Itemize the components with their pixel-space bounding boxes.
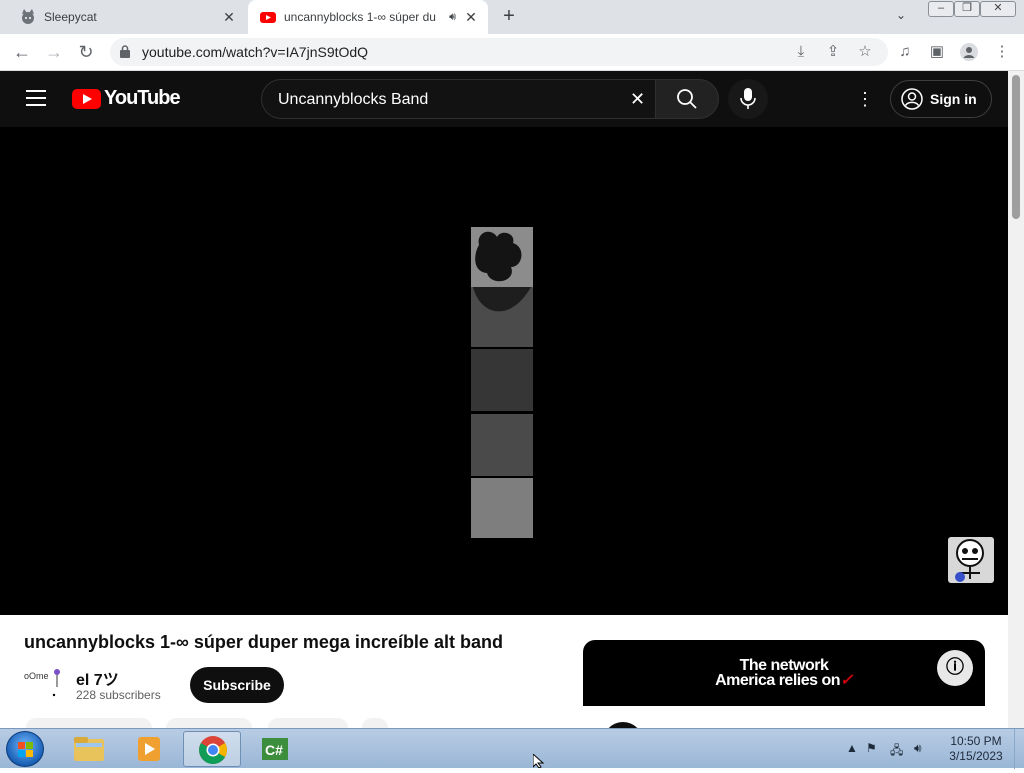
video-frame-block — [471, 287, 533, 347]
video-frame-block — [471, 478, 533, 538]
browser-toolbar: ← → ↻ youtube.com/watch?v=IA7jnS9tOdQ ⤓ … — [0, 34, 1024, 71]
avatar-figure-icon — [52, 669, 60, 697]
ad-line-2: America relies on — [715, 672, 840, 689]
svg-text:C#: C# — [265, 742, 283, 758]
bookmark-star-icon[interactable]: ☆ — [856, 43, 874, 61]
chrome-icon[interactable] — [183, 731, 241, 767]
close-tab-icon[interactable]: ✕ — [220, 9, 238, 26]
share-icon[interactable]: ⇪ — [824, 43, 842, 61]
youtube-favicon-icon — [260, 12, 276, 23]
url-text: youtube.com/watch?v=IA7jnS9tOdQ — [142, 44, 369, 60]
action-center-flag-icon[interactable]: ⚑ — [866, 741, 877, 755]
media-player-icon[interactable] — [120, 731, 178, 767]
reload-icon[interactable]: ↻ — [76, 42, 96, 62]
ad-banner[interactable]: The network America relies on✓ ⓘ — [583, 640, 985, 730]
new-tab-button[interactable]: + — [499, 6, 519, 26]
start-button[interactable] — [6, 731, 44, 767]
restore-button[interactable]: ❐ — [954, 1, 980, 17]
subscriber-count: 228 subscribers — [76, 688, 161, 702]
verizon-check-icon: ✓ — [840, 672, 853, 689]
clear-search-icon[interactable]: ✕ — [630, 89, 645, 110]
voice-search-button[interactable] — [728, 79, 768, 119]
ad-text: The network America relies on✓ — [711, 657, 857, 689]
side-panel-icon[interactable]: ▣ — [928, 43, 946, 61]
windows-explorer-icon[interactable] — [60, 731, 118, 767]
scrollbar-thumb[interactable] — [1012, 75, 1020, 219]
search-icon — [677, 89, 697, 109]
ad-lower-panel — [583, 706, 985, 730]
sign-in-label: Sign in — [930, 91, 977, 107]
youtube-logo[interactable]: YouTube — [72, 87, 181, 110]
lock-icon — [120, 45, 130, 58]
search-button[interactable] — [655, 79, 719, 119]
show-hidden-icons-icon[interactable]: ▲ — [846, 741, 858, 755]
search-value: Uncannyblocks Band — [278, 91, 429, 108]
tab-sleepycat[interactable]: Sleepycat ✕ — [8, 0, 246, 34]
hamburger-menu-icon[interactable] — [26, 90, 46, 106]
browser-menu-icon[interactable]: ⋮ — [993, 43, 1011, 61]
windows-taskbar: C# ▲ ⚑ 🖧︎ 🔊︎ 10:50 PM 3/15/2023 — [0, 728, 1024, 769]
media-control-icon[interactable]: ♫ — [896, 43, 914, 61]
account-icon — [901, 88, 923, 110]
sign-in-button[interactable]: Sign in — [890, 80, 992, 118]
channel-name[interactable]: el 7ツ — [76, 666, 119, 690]
tab-strip: Sleepycat ✕ uncannyblocks 1-∞ súper du 🔊… — [0, 0, 1024, 34]
tab-label: Sleepycat — [44, 10, 97, 24]
page-scrollbar[interactable] — [1008, 71, 1024, 728]
forward-arrow-icon[interactable]: → — [44, 42, 64, 62]
close-window-button[interactable]: ✕ — [980, 1, 1016, 17]
channel-avatar[interactable]: oOme — [24, 667, 64, 703]
video-frame-block — [471, 349, 533, 411]
youtube-play-logo-icon — [72, 88, 101, 109]
audio-playing-icon[interactable]: 🔊︎ — [449, 11, 456, 24]
close-tab-icon[interactable]: ✕ — [462, 9, 480, 26]
youtube-wordmark: YouTube — [104, 87, 181, 109]
search-input[interactable]: Uncannyblocks Band ✕ — [261, 79, 656, 119]
video-frame-block — [471, 227, 533, 287]
video-frame-block — [471, 414, 533, 476]
youtube-header: YouTube Uncannyblocks Band ✕ ⋮ Sign in — [0, 71, 1008, 127]
profile-icon[interactable] — [960, 43, 978, 61]
mouse-cursor-icon — [533, 754, 545, 768]
microphone-icon — [740, 88, 756, 109]
video-player[interactable] — [0, 127, 1008, 615]
minimize-button[interactable]: – — [928, 1, 954, 17]
install-app-icon[interactable]: ⤓ — [792, 43, 810, 61]
volume-icon[interactable]: 🔊︎ — [914, 741, 922, 756]
cat-favicon-icon — [22, 9, 34, 24]
csharp-app-icon[interactable]: C# — [246, 731, 304, 767]
ad-info-icon[interactable]: ⓘ — [937, 650, 973, 686]
windows-logo-icon — [18, 742, 33, 757]
video-title: uncannyblocks 1-∞ súper duper mega incre… — [24, 632, 503, 652]
back-arrow-icon[interactable]: ← — [12, 42, 32, 62]
clock-time: 10:50 PM — [950, 734, 1002, 748]
ad-line-1: The network — [739, 657, 829, 674]
address-bar[interactable]: youtube.com/watch?v=IA7jnS9tOdQ ⤓ ⇪ ☆ — [110, 38, 888, 66]
channel-avatar-text: oOme — [24, 671, 49, 681]
tab-label: uncannyblocks 1-∞ súper du — [284, 10, 436, 24]
ad-line-2-wrapper: America relies on✓ — [711, 672, 857, 689]
tab-youtube-video[interactable]: uncannyblocks 1-∞ súper du 🔊︎ ✕ — [248, 0, 488, 34]
clock-date: 3/15/2023 — [949, 749, 1003, 763]
network-icon[interactable]: 🖧︎ — [890, 741, 903, 762]
channel-watermark-icon[interactable] — [948, 537, 994, 583]
subscribe-button[interactable]: Subscribe — [190, 667, 284, 703]
system-clock[interactable]: 10:50 PM 3/15/2023 — [940, 734, 1012, 764]
show-desktop-button[interactable] — [1014, 729, 1024, 769]
settings-more-icon[interactable]: ⋮ — [856, 89, 874, 109]
tab-search-chevron-icon[interactable]: ⌄ — [896, 8, 906, 22]
